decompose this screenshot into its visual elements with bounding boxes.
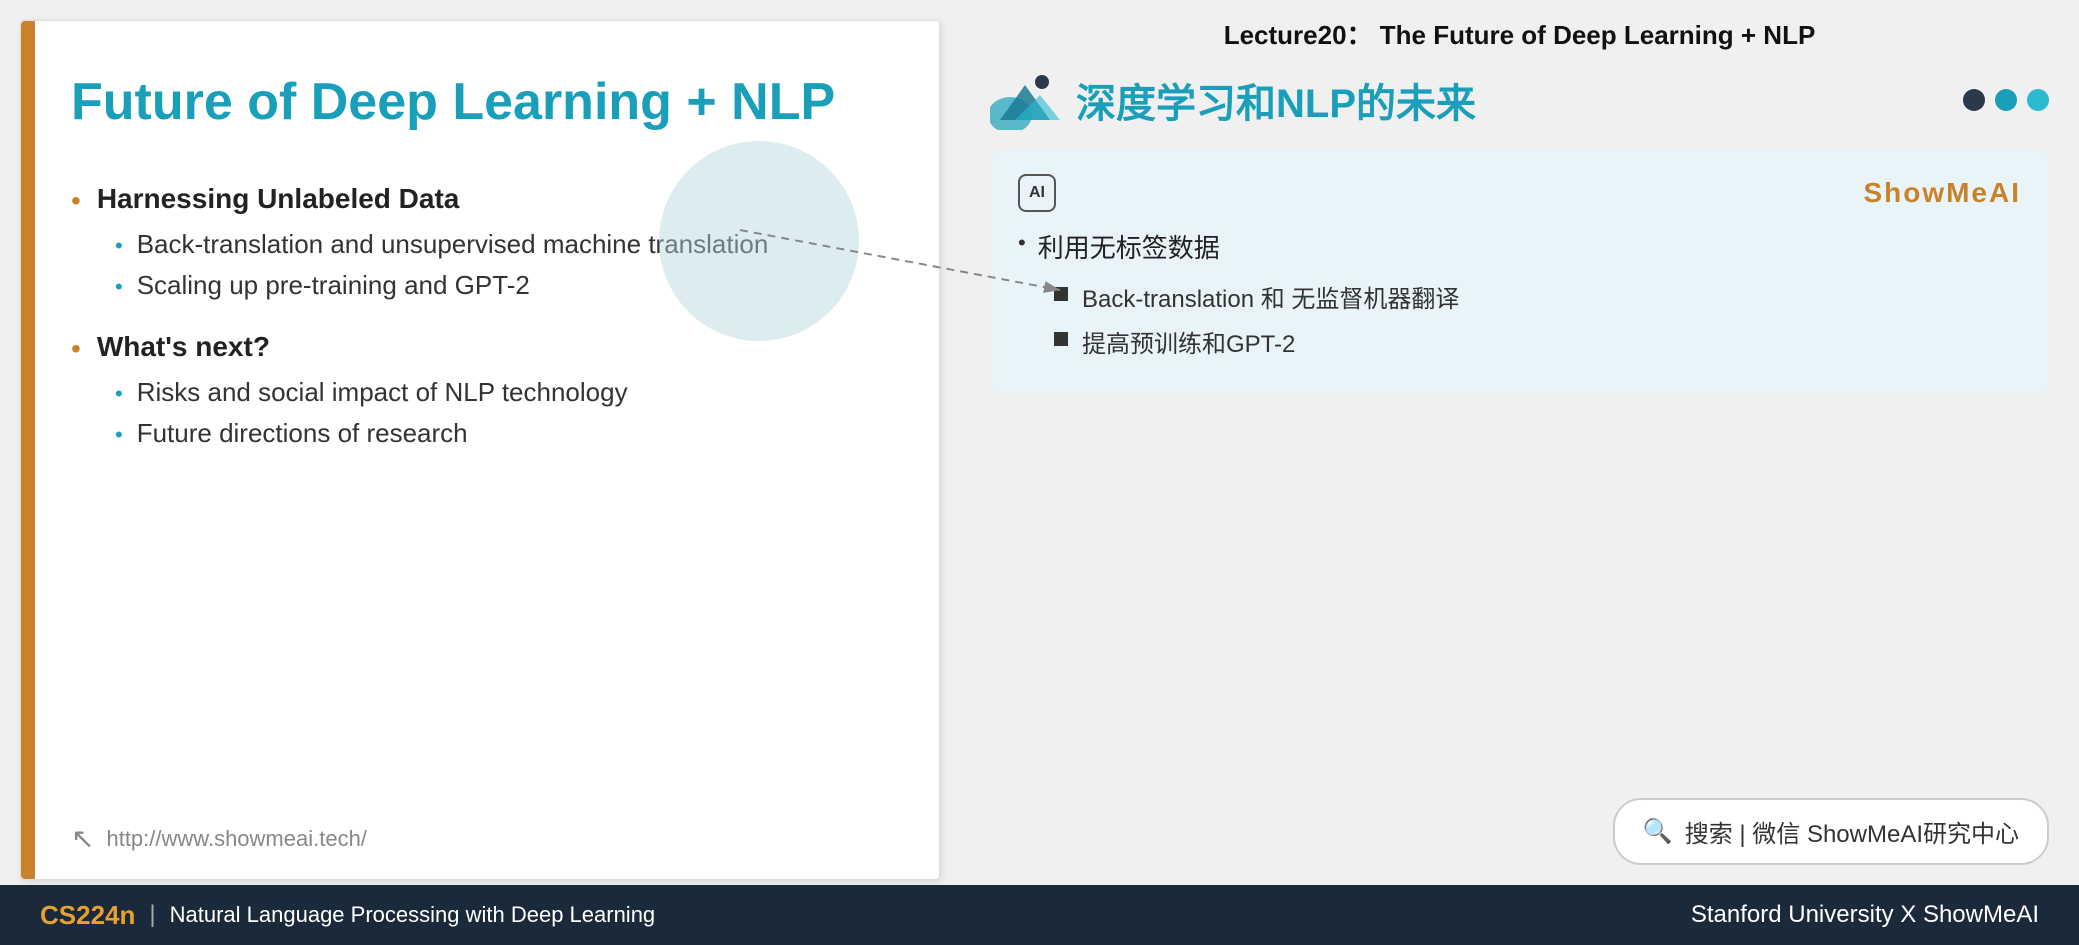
card-bullet-dot: •: [1018, 230, 1026, 256]
nav-dots: [1963, 89, 2049, 111]
bullet-orange-icon-2: •: [71, 333, 81, 365]
lecture-title: Lecture20： The Future of Deep Learning +…: [990, 15, 2049, 52]
bullet-blue-icon-1-2: •: [115, 274, 123, 300]
nav-dot-2[interactable]: [1995, 89, 2017, 111]
card-top-row: AI ShowMeAI: [1018, 174, 2021, 212]
translation-card: AI ShowMeAI • 利用无标签数据 Back-translation 和…: [990, 150, 2049, 393]
slide-left-bar: [21, 21, 35, 879]
nav-dot-1[interactable]: [1963, 89, 1985, 111]
footer-url: http://www.showmeai.tech/: [106, 826, 366, 852]
card-sub-text-1: Back-translation 和 无监督机器翻译: [1082, 279, 1459, 314]
bottom-left: CS224n | Natural Language Processing wit…: [40, 900, 655, 931]
cursor-icon: ↖: [71, 822, 94, 855]
card-sub-bullet-1: Back-translation 和 无监督机器翻译: [1054, 279, 2021, 314]
card-sub-square-2: [1054, 332, 1068, 346]
sub-bullet-text-1-2: Scaling up pre-training and GPT-2: [137, 270, 530, 301]
bullet-main-text-1: Harnessing Unlabeled Data: [97, 183, 460, 215]
slide-title: Future of Deep Learning + NLP: [71, 71, 879, 133]
card-main-bullet: • 利用无标签数据: [1018, 228, 2021, 265]
bullet-blue-icon-2-2: •: [115, 422, 123, 448]
search-box[interactable]: 🔍 搜索 | 微信 ShowMeAI研究中心: [1613, 798, 2049, 865]
slide-footer: ↖ http://www.showmeai.tech/: [71, 822, 367, 855]
card-main-bullet-text: 利用无标签数据: [1038, 228, 1220, 265]
nav-dot-3[interactable]: [2027, 89, 2049, 111]
card-sub-square-1: [1054, 287, 1068, 301]
bullet-main-text-2: What's next?: [97, 331, 270, 363]
slide-panel: Future of Deep Learning + NLP • Harnessi…: [20, 20, 940, 880]
bottom-right: Stanford University X ShowMeAI: [1691, 901, 2039, 929]
ai-icon: AI: [1018, 174, 1056, 212]
course-code: CS224n: [40, 900, 135, 931]
card-sub-bullets: Back-translation 和 无监督机器翻译 提高预训练和GPT-2: [1054, 279, 2021, 359]
sub-bullet-2-2: • Future directions of research: [115, 418, 879, 449]
course-name: Natural Language Processing with Deep Le…: [170, 902, 656, 928]
card-sub-text-2: 提高预训练和GPT-2: [1082, 324, 1295, 359]
bullet-blue-icon-1-1: •: [115, 233, 123, 259]
separator: |: [149, 901, 155, 929]
chinese-title-text: 深度学习和NLP的未来: [1076, 71, 1476, 129]
stanford-text: Stanford University X ShowMeAI: [1691, 901, 2039, 928]
chinese-title-left: 深度学习和NLP的未来: [990, 70, 1476, 130]
chinese-title-row: 深度学习和NLP的未来: [990, 70, 2049, 130]
card-sub-bullet-2: 提高预训练和GPT-2: [1054, 324, 2021, 359]
search-box-container: 🔍 搜索 | 微信 ShowMeAI研究中心: [990, 778, 2049, 865]
bullet-blue-icon-2-1: •: [115, 381, 123, 407]
sub-bullet-2-1: • Risks and social impact of NLP technol…: [115, 377, 879, 408]
bullet-orange-icon-1: •: [71, 185, 81, 217]
right-panel: Lecture20： The Future of Deep Learning +…: [970, 0, 2079, 885]
search-text: 搜索 | 微信 ShowMeAI研究中心: [1685, 814, 2019, 849]
sub-bullets-2: • Risks and social impact of NLP technol…: [115, 377, 879, 449]
mountain-icon: [990, 70, 1060, 130]
bottom-bar: CS224n | Natural Language Processing wit…: [0, 885, 2079, 945]
sub-bullet-text-2-1: Risks and social impact of NLP technolog…: [137, 377, 628, 408]
sub-bullet-text-2-2: Future directions of research: [137, 418, 468, 449]
decorative-circle: [659, 141, 859, 341]
showmeai-brand: ShowMeAI: [1863, 177, 2021, 209]
search-icon: 🔍: [1643, 817, 1673, 846]
